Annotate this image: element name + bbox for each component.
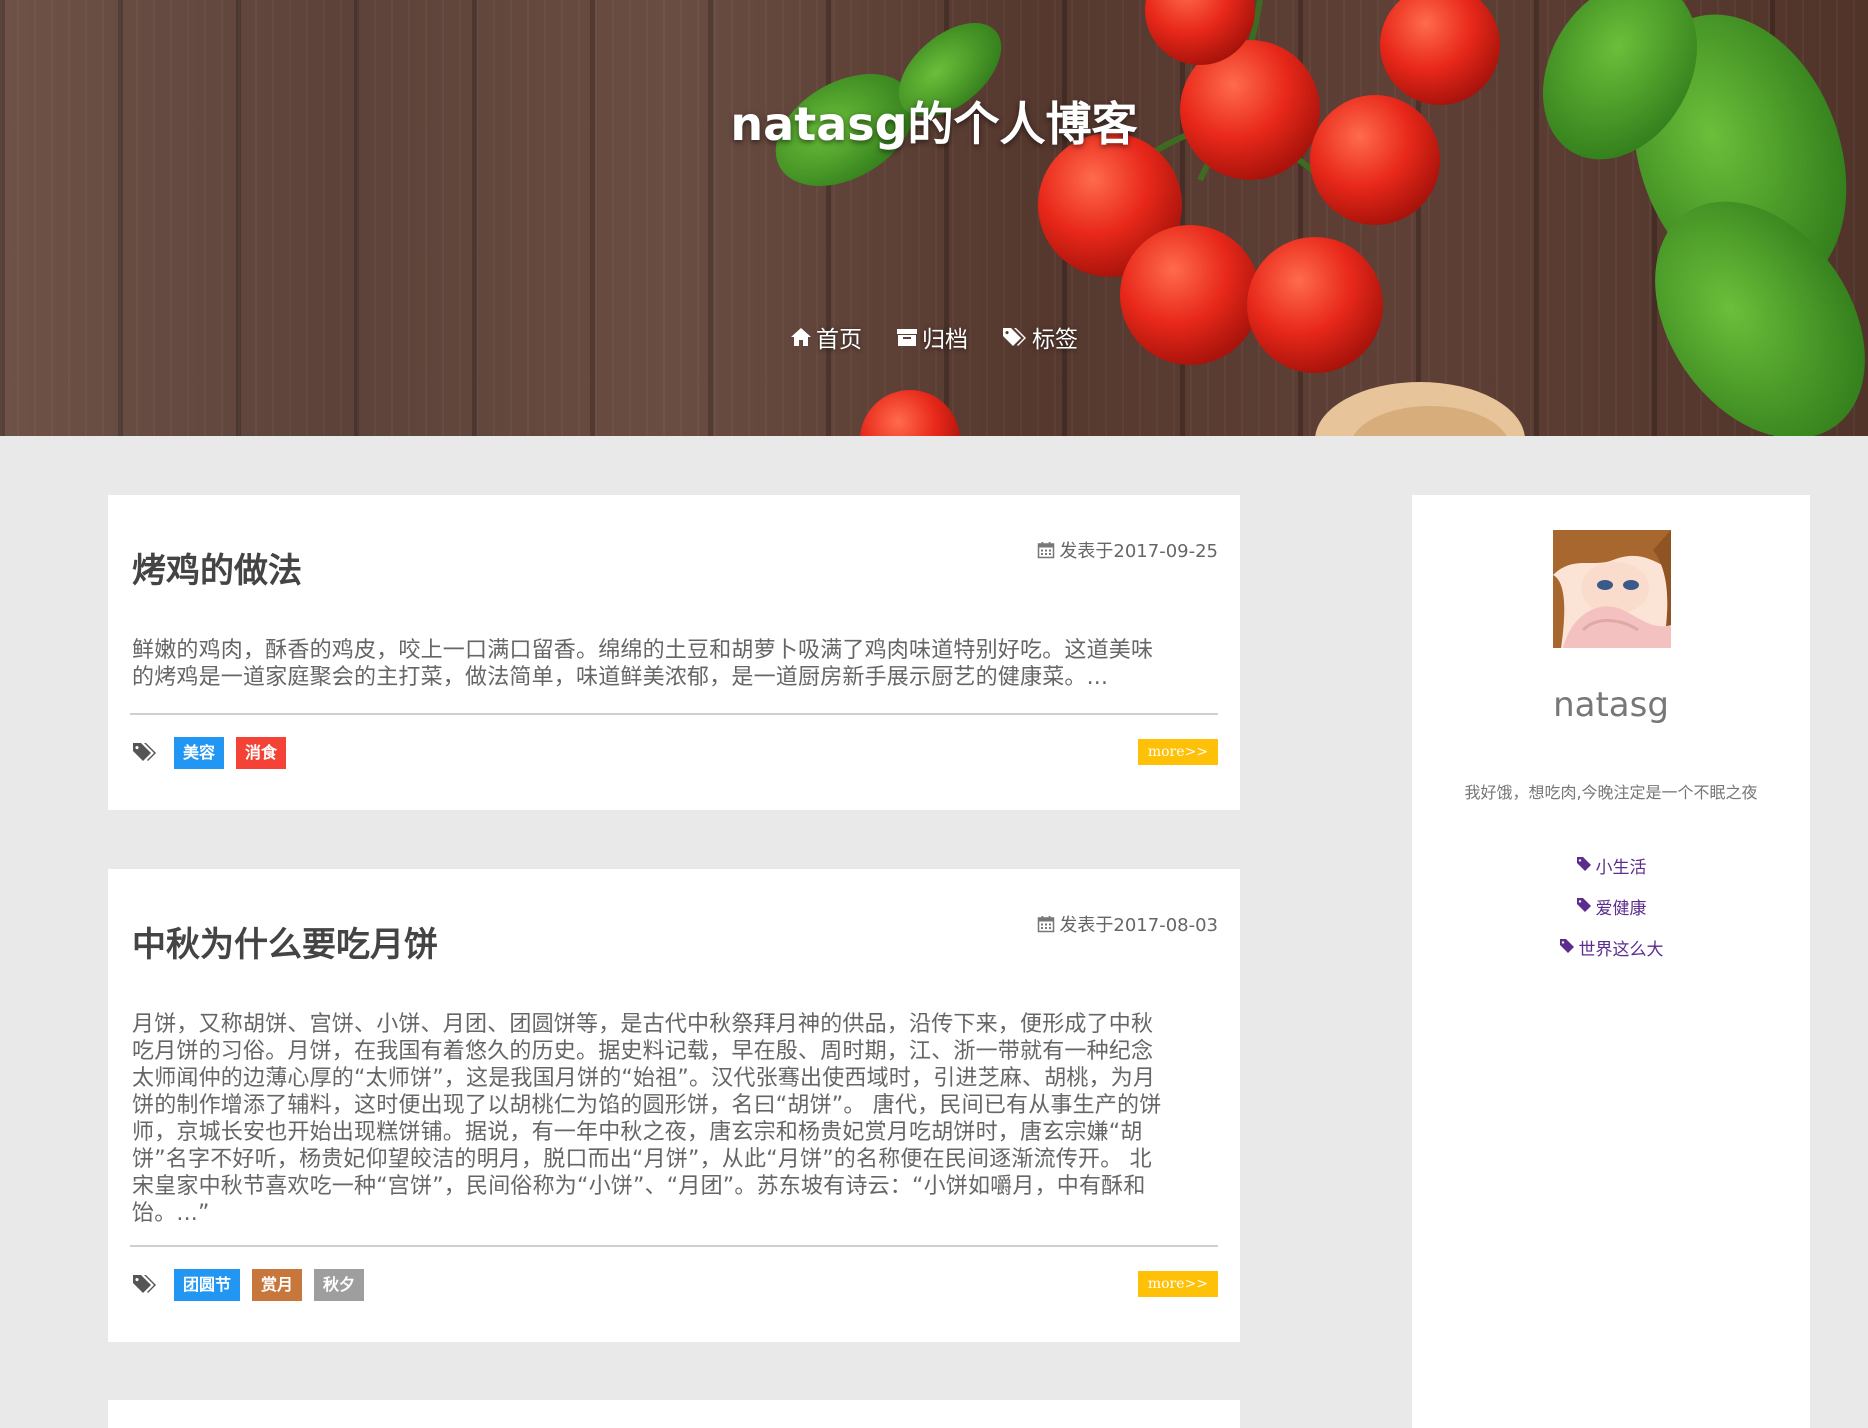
calendar-icon <box>1038 542 1055 559</box>
home-icon <box>791 328 811 346</box>
author-name: natasg <box>1553 685 1669 725</box>
tag-badge[interactable]: 美容 <box>174 737 225 769</box>
nav-item-label: 首页 <box>816 327 862 353</box>
post-card <box>108 1400 1240 1428</box>
post-date: 发表于2017-08-03 <box>1037 911 1218 937</box>
post-excerpt: 月饼，又称胡饼、宫饼、小饼、月团、团圆饼等，是古代中秋祭拜月神的供品，沿传下来，… <box>132 1011 1222 1227</box>
post-title[interactable]: 烤鸡的做法 <box>132 543 302 592</box>
category-link[interactable]: 世界这么大 <box>1412 935 1810 976</box>
nav-item-tags[interactable]: 标签 <box>1002 320 1078 354</box>
tag-badge[interactable]: 消食 <box>236 737 287 769</box>
calendar-icon <box>1038 916 1055 933</box>
author-bio: 我好饿，想吃肉,今晚注定是一个不眠之夜 <box>1464 783 1758 802</box>
post-date: 发表于2017-09-25 <box>1037 537 1218 563</box>
excerpt-line: 鲜嫩的鸡肉，酥香的鸡皮，咬上一口满口留香。绵绵的土豆和胡萝卜吸满了鸡肉味道特别好… <box>132 638 1154 663</box>
category-label: 爱健康 <box>1595 899 1647 919</box>
tag-badge[interactable]: 秋夕 <box>314 1269 365 1301</box>
tag-icon <box>1559 939 1574 953</box>
post-title[interactable]: 中秋为什么要吃月饼 <box>132 917 438 966</box>
excerpt-line: 饴。...” <box>132 1201 210 1226</box>
site-title[interactable]: natasg的个人博客 <box>0 88 1868 154</box>
nav-item-label: 标签 <box>1032 327 1078 353</box>
post-tags: 团圆节 赏月 秋夕 <box>132 1269 365 1301</box>
excerpt-line: 的烤鸡是一道家庭聚会的主打菜，做法简单，味道鲜美浓郁，是一道厨房新手展示厨艺的健… <box>132 665 1109 690</box>
nav-item-label: 归档 <box>922 327 968 353</box>
category-link[interactable]: 小生活 <box>1412 853 1810 894</box>
category-label: 小生活 <box>1595 858 1647 878</box>
avatar-image <box>1553 530 1671 648</box>
tag-icon <box>1576 898 1591 912</box>
post-card: 烤鸡的做法 发表于2017-09-25 鲜嫩的鸡肉，酥香的鸡皮，咬上一口满口留香… <box>108 495 1240 810</box>
nav-item-archive[interactable]: 归档 <box>896 320 968 354</box>
post-card: 中秋为什么要吃月饼 发表于2017-08-03 月饼，又称胡饼、宫饼、小饼、月团… <box>108 869 1240 1342</box>
category-list: 小生活 爱健康 世界这么大 <box>1412 853 1810 976</box>
excerpt-line: 吃月饼的习俗。月饼，在我国有着悠久的历史。据史料记载，早在殷、周时期，江、浙一带… <box>132 1039 1154 1064</box>
profile-sidebar: natasg 我好饿，想吃肉,今晚注定是一个不眠之夜 小生活 爱健康 世界这么大 <box>1412 495 1810 1428</box>
excerpt-line: 月饼，又称胡饼、宫饼、小饼、月团、团圆饼等，是古代中秋祭拜月神的供品，沿传下来，… <box>132 1012 1154 1037</box>
tag-icon <box>1576 857 1591 871</box>
post-excerpt: 鲜嫩的鸡肉，酥香的鸡皮，咬上一口满口留香。绵绵的土豆和胡萝卜吸满了鸡肉味道特别好… <box>132 637 1222 691</box>
excerpt-line: 饼”名字不好听，杨贵妃仰望皎洁的明月，脱口而出“月饼”，从此“月饼”的名称便在民… <box>132 1147 1152 1172</box>
excerpt-line: 太师闻仲的边薄心厚的“太师饼”，这是我国月饼的“始祖”。汉代张骞出使西域时，引进… <box>132 1066 1156 1091</box>
excerpt-line: 饼的制作增添了辅料，这时便出现了以胡桃仁为馅的圆形饼，名曰“胡饼”。 唐代，民间… <box>132 1093 1162 1118</box>
tags-icon <box>133 743 156 761</box>
post-divider <box>130 713 1218 715</box>
post-tags: 美容 消食 <box>132 737 287 769</box>
tags-icon <box>1003 328 1026 346</box>
tags-icon <box>133 1275 156 1293</box>
post-date-text: 发表于2017-08-03 <box>1059 915 1218 936</box>
read-more-button[interactable]: more>> <box>1137 1271 1218 1297</box>
hero-banner: natasg的个人博客 首页 归档 标签 <box>0 0 1868 436</box>
avatar[interactable] <box>1553 530 1671 648</box>
category-link[interactable]: 爱健康 <box>1412 894 1810 935</box>
excerpt-line: 师，京城长安也开始出现糕饼铺。据说，有一年中秋之夜，唐玄宗和杨贵妃赏月吃胡饼时，… <box>132 1120 1143 1145</box>
post-date-text: 发表于2017-09-25 <box>1059 541 1218 562</box>
excerpt-line: 宋皇家中秋节喜欢吃一种“宫饼”，民间俗称为“小饼”、“月团”。苏东坡有诗云：“小… <box>132 1174 1146 1199</box>
main-nav: 首页 归档 标签 <box>0 320 1868 354</box>
nav-item-home[interactable]: 首页 <box>790 320 862 354</box>
post-divider <box>130 1245 1218 1247</box>
category-label: 世界这么大 <box>1578 940 1664 960</box>
tag-badge[interactable]: 团圆节 <box>174 1269 241 1301</box>
hero-background-image <box>775 0 1865 436</box>
read-more-button[interactable]: more>> <box>1137 739 1218 765</box>
archive-icon <box>897 329 917 346</box>
tag-badge[interactable]: 赏月 <box>252 1269 303 1301</box>
